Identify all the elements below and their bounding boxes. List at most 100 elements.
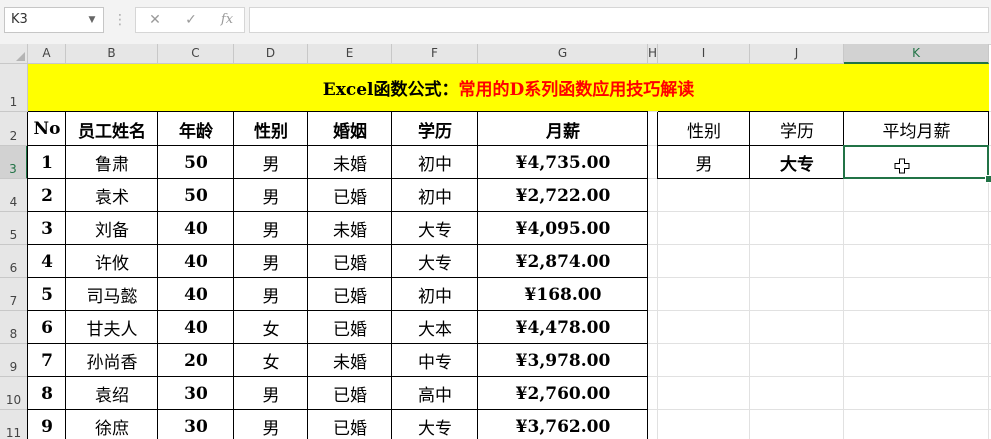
table-cell[interactable]: 大专: [392, 245, 478, 278]
table-cell[interactable]: 4: [28, 245, 66, 278]
table-header-cell[interactable]: 婚姻: [308, 112, 392, 146]
select-all-corner[interactable]: [0, 44, 28, 64]
column-header-g[interactable]: G: [478, 44, 648, 64]
table-cell[interactable]: 甘夫人: [66, 311, 158, 344]
table-cell[interactable]: 20: [158, 344, 234, 377]
table-cell[interactable]: 50: [158, 179, 234, 212]
column-header-b[interactable]: B: [66, 44, 158, 64]
column-header-a[interactable]: A: [28, 44, 66, 64]
table-cell[interactable]: 女: [234, 311, 308, 344]
table-cell[interactable]: 未婚: [308, 212, 392, 245]
row-header-11[interactable]: 11: [0, 410, 28, 439]
table-cell[interactable]: ¥2,760.00: [478, 377, 648, 410]
table-header-cell[interactable]: 性别: [234, 112, 308, 146]
table-cell[interactable]: 袁术: [66, 179, 158, 212]
table-cell[interactable]: ¥2,722.00: [478, 179, 648, 212]
table-cell[interactable]: 大本: [392, 311, 478, 344]
table-cell[interactable]: 男: [234, 179, 308, 212]
row-header-9[interactable]: 9: [0, 344, 28, 377]
table-cell[interactable]: 女: [234, 344, 308, 377]
table-cell[interactable]: 40: [158, 245, 234, 278]
table-header-cell[interactable]: 月薪: [478, 112, 648, 146]
table-cell[interactable]: 3: [28, 212, 66, 245]
table-cell[interactable]: ¥168.00: [478, 278, 648, 311]
table-cell[interactable]: 初中: [392, 179, 478, 212]
table-cell[interactable]: 徐庶: [66, 410, 158, 439]
table-cell[interactable]: ¥4,735.00: [478, 146, 648, 179]
table-cell[interactable]: 30: [158, 410, 234, 439]
criteria-value-cell[interactable]: 大专: [750, 146, 844, 179]
name-box[interactable]: K3 ▼: [4, 7, 104, 33]
table-cell[interactable]: 孙尚香: [66, 344, 158, 377]
table-header-cell[interactable]: No: [28, 112, 66, 146]
row-header-8[interactable]: 8: [0, 311, 28, 344]
table-cell[interactable]: 司马懿: [66, 278, 158, 311]
table-cell[interactable]: 刘备: [66, 212, 158, 245]
table-cell[interactable]: 已婚: [308, 311, 392, 344]
row-header-5[interactable]: 5: [0, 212, 28, 245]
table-cell[interactable]: 7: [28, 344, 66, 377]
column-header-k[interactable]: K: [844, 44, 989, 64]
table-cell[interactable]: 男: [234, 212, 308, 245]
cancel-icon[interactable]: ✕: [140, 8, 170, 32]
table-cell[interactable]: 30: [158, 377, 234, 410]
table-cell[interactable]: ¥3,978.00: [478, 344, 648, 377]
table-cell[interactable]: 已婚: [308, 410, 392, 439]
table-cell[interactable]: 鲁肃: [66, 146, 158, 179]
row-header-10[interactable]: 10: [0, 377, 28, 410]
table-cell[interactable]: 中专: [392, 344, 478, 377]
column-header-f[interactable]: F: [392, 44, 478, 64]
table-cell[interactable]: 8: [28, 377, 66, 410]
active-cell-selection[interactable]: [843, 145, 989, 179]
column-header-e[interactable]: E: [308, 44, 392, 64]
title-cell[interactable]: Excel函数公式： 常用的D系列函数应用技巧解读: [28, 64, 989, 111]
criteria-value-cell[interactable]: 男: [658, 146, 750, 179]
row-header-3[interactable]: 3: [0, 146, 28, 179]
row-header-1[interactable]: 1: [0, 64, 28, 112]
table-cell[interactable]: 50: [158, 146, 234, 179]
row-header-4[interactable]: 4: [0, 179, 28, 212]
table-cell[interactable]: 初中: [392, 278, 478, 311]
drag-handle-icon[interactable]: ⋮: [113, 9, 127, 31]
table-cell[interactable]: ¥4,095.00: [478, 212, 648, 245]
chevron-down-icon[interactable]: ▼: [83, 9, 101, 31]
table-cell[interactable]: 许攸: [66, 245, 158, 278]
table-cell[interactable]: 男: [234, 278, 308, 311]
table-cell[interactable]: ¥2,874.00: [478, 245, 648, 278]
table-cell[interactable]: 大专: [392, 212, 478, 245]
fill-handle[interactable]: [985, 175, 991, 183]
table-cell[interactable]: 已婚: [308, 278, 392, 311]
row-header-6[interactable]: 6: [0, 245, 28, 278]
table-cell[interactable]: 未婚: [308, 146, 392, 179]
row-header-7[interactable]: 7: [0, 278, 28, 311]
table-cell[interactable]: 初中: [392, 146, 478, 179]
table-header-cell[interactable]: 年龄: [158, 112, 234, 146]
table-cell[interactable]: 袁绍: [66, 377, 158, 410]
table-cell[interactable]: 9: [28, 410, 66, 439]
column-header-i[interactable]: I: [658, 44, 750, 64]
table-cell[interactable]: 已婚: [308, 179, 392, 212]
table-header-cell[interactable]: 学历: [392, 112, 478, 146]
enter-icon[interactable]: ✓: [176, 8, 206, 32]
table-cell[interactable]: 大专: [392, 410, 478, 439]
table-cell[interactable]: 2: [28, 179, 66, 212]
criteria-header-cell[interactable]: 学历: [750, 112, 844, 146]
criteria-header-cell[interactable]: 性别: [658, 112, 750, 146]
column-header-d[interactable]: D: [234, 44, 308, 64]
table-cell[interactable]: 男: [234, 377, 308, 410]
table-cell[interactable]: ¥4,478.00: [478, 311, 648, 344]
table-cell[interactable]: 男: [234, 245, 308, 278]
table-cell[interactable]: 40: [158, 212, 234, 245]
table-cell[interactable]: 已婚: [308, 245, 392, 278]
table-cell[interactable]: 男: [234, 410, 308, 439]
table-cell[interactable]: 未婚: [308, 344, 392, 377]
formula-input[interactable]: [249, 7, 989, 33]
table-cell[interactable]: 40: [158, 311, 234, 344]
insert-function-icon[interactable]: fx: [212, 8, 242, 32]
table-cell[interactable]: 1: [28, 146, 66, 179]
table-cell[interactable]: 已婚: [308, 377, 392, 410]
row-header-2[interactable]: 2: [0, 112, 28, 146]
table-cell[interactable]: 40: [158, 278, 234, 311]
table-cell[interactable]: 高中: [392, 377, 478, 410]
column-header-j[interactable]: J: [750, 44, 844, 64]
